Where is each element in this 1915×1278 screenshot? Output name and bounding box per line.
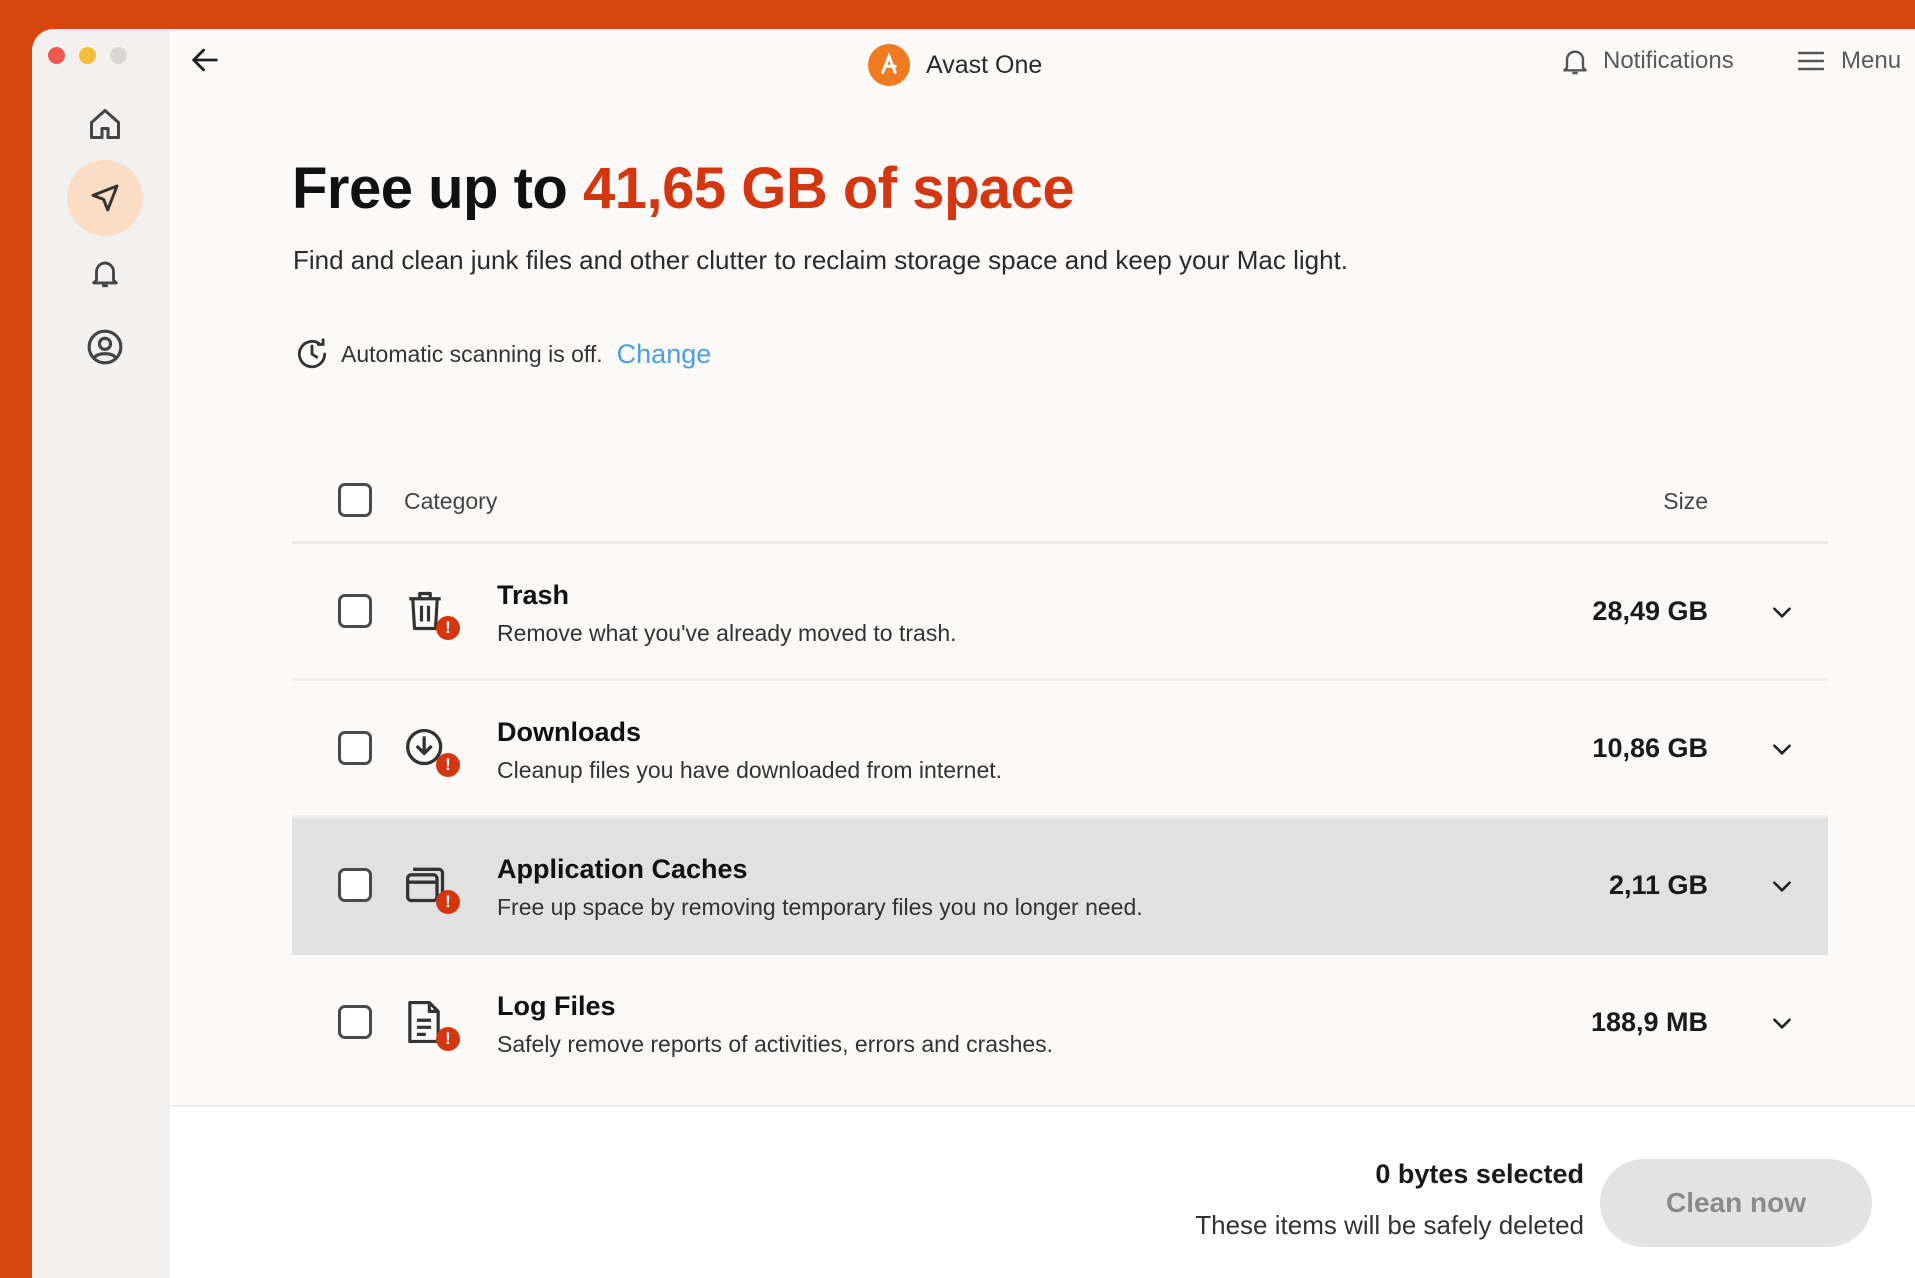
sidebar-item-navigate[interactable]	[67, 160, 143, 236]
title-accent: 41,65 GB of space	[582, 156, 1075, 221]
deletion-note: These items will be safely deleted	[1195, 1210, 1584, 1240]
chevron-down-icon	[1773, 744, 1791, 755]
close-window-button[interactable]	[48, 47, 65, 64]
arrow-left-icon	[192, 48, 218, 72]
column-header-category: Category	[404, 488, 498, 514]
notifications-label: Notifications	[1603, 47, 1734, 74]
avast-logo-icon	[868, 44, 910, 86]
row-size: 2,11 GB	[1608, 870, 1708, 900]
hamburger-menu-icon	[1797, 51, 1825, 71]
clean-now-button[interactable]: Clean now	[1600, 1159, 1872, 1247]
bell-icon	[1563, 50, 1587, 75]
row-size: 28,49 GB	[1592, 596, 1708, 626]
notifications-button[interactable]: Notifications	[1559, 45, 1734, 77]
change-link[interactable]: Change	[617, 339, 712, 370]
zoom-window-button[interactable]	[110, 47, 127, 64]
home-icon	[90, 109, 120, 139]
sidebar-item-home[interactable]	[67, 86, 143, 162]
account-icon	[87, 329, 123, 365]
row-title: Downloads	[497, 717, 642, 747]
autoscan-text: Automatic scanning is off.	[341, 340, 603, 367]
menu-label: Menu	[1841, 47, 1902, 74]
sidebar	[32, 29, 170, 1278]
title-prefix: Free up to	[292, 156, 583, 221]
select-all-checkbox[interactable]	[338, 483, 372, 517]
table-row[interactable]: ! Trash Remove what you've already moved…	[292, 544, 1828, 681]
row-description: Free up space by removing temporary file…	[497, 894, 1143, 920]
row-description: Safely remove reports of activities, err…	[497, 1031, 1054, 1057]
bell-icon	[92, 261, 118, 288]
table-header: Category Size	[292, 458, 1828, 544]
back-button[interactable]	[183, 38, 227, 82]
autoscan-status: Automatic scanning is off. Change	[293, 335, 711, 373]
column-header-size: Size	[1663, 488, 1708, 514]
chevron-down-icon	[1773, 881, 1791, 892]
expand-row-button[interactable]	[1766, 733, 1798, 765]
chevron-down-icon	[1773, 607, 1791, 618]
page-subtitle: Find and clean junk files and other clut…	[293, 245, 1349, 275]
row-size: 10,86 GB	[1592, 733, 1708, 763]
selected-size: 0 bytes selected	[1375, 1159, 1584, 1189]
schedule-clock-icon	[297, 338, 327, 369]
download-icon: !	[404, 725, 460, 777]
menu-button[interactable]: Menu	[1795, 45, 1901, 77]
table-row[interactable]: ! Log Files Safely remove reports of act…	[292, 955, 1828, 1092]
junk-category-table: Category Size ! Trash Remove what you've…	[292, 458, 1828, 1092]
sidebar-item-notifications[interactable]	[67, 235, 143, 311]
minimize-window-button[interactable]	[79, 47, 96, 64]
row-size: 188,9 MB	[1590, 1007, 1708, 1037]
warning-badge-icon: !	[436, 890, 460, 914]
row-title: Trash	[497, 580, 570, 610]
trash-icon: !	[404, 588, 460, 640]
expand-row-button[interactable]	[1766, 596, 1798, 628]
row-description: Cleanup files you have downloaded from i…	[497, 757, 1003, 783]
log-file-icon: !	[404, 999, 460, 1051]
app-brand: Avast One	[868, 44, 1042, 86]
navigate-icon	[91, 184, 119, 212]
warning-badge-icon: !	[436, 753, 460, 777]
row-checkbox[interactable]	[338, 731, 372, 765]
warning-badge-icon: !	[436, 616, 460, 640]
row-checkbox[interactable]	[338, 1005, 372, 1039]
table-row[interactable]: ! Application Caches Free up space by re…	[292, 818, 1828, 955]
sidebar-item-account[interactable]	[67, 309, 143, 385]
app-name: Avast One	[926, 50, 1043, 79]
warning-badge-icon: !	[436, 1027, 460, 1051]
table-row[interactable]: ! Downloads Cleanup files you have downl…	[292, 681, 1828, 818]
row-checkbox[interactable]	[338, 868, 372, 902]
row-title: Application Caches	[497, 854, 748, 884]
row-checkbox[interactable]	[338, 594, 372, 628]
row-description: Remove what you've already moved to tras…	[497, 620, 957, 646]
chevron-down-icon	[1773, 1018, 1791, 1029]
window-controls	[48, 47, 127, 64]
expand-row-button[interactable]	[1766, 870, 1798, 902]
row-title: Log Files	[497, 991, 616, 1021]
app-cache-icon: !	[404, 862, 460, 914]
expand-row-button[interactable]	[1766, 1007, 1798, 1039]
app-window: Avast One Notifications Menu Free up to …	[32, 29, 1915, 1278]
page-title: Free up to 41,65 GB of space	[292, 155, 1075, 222]
